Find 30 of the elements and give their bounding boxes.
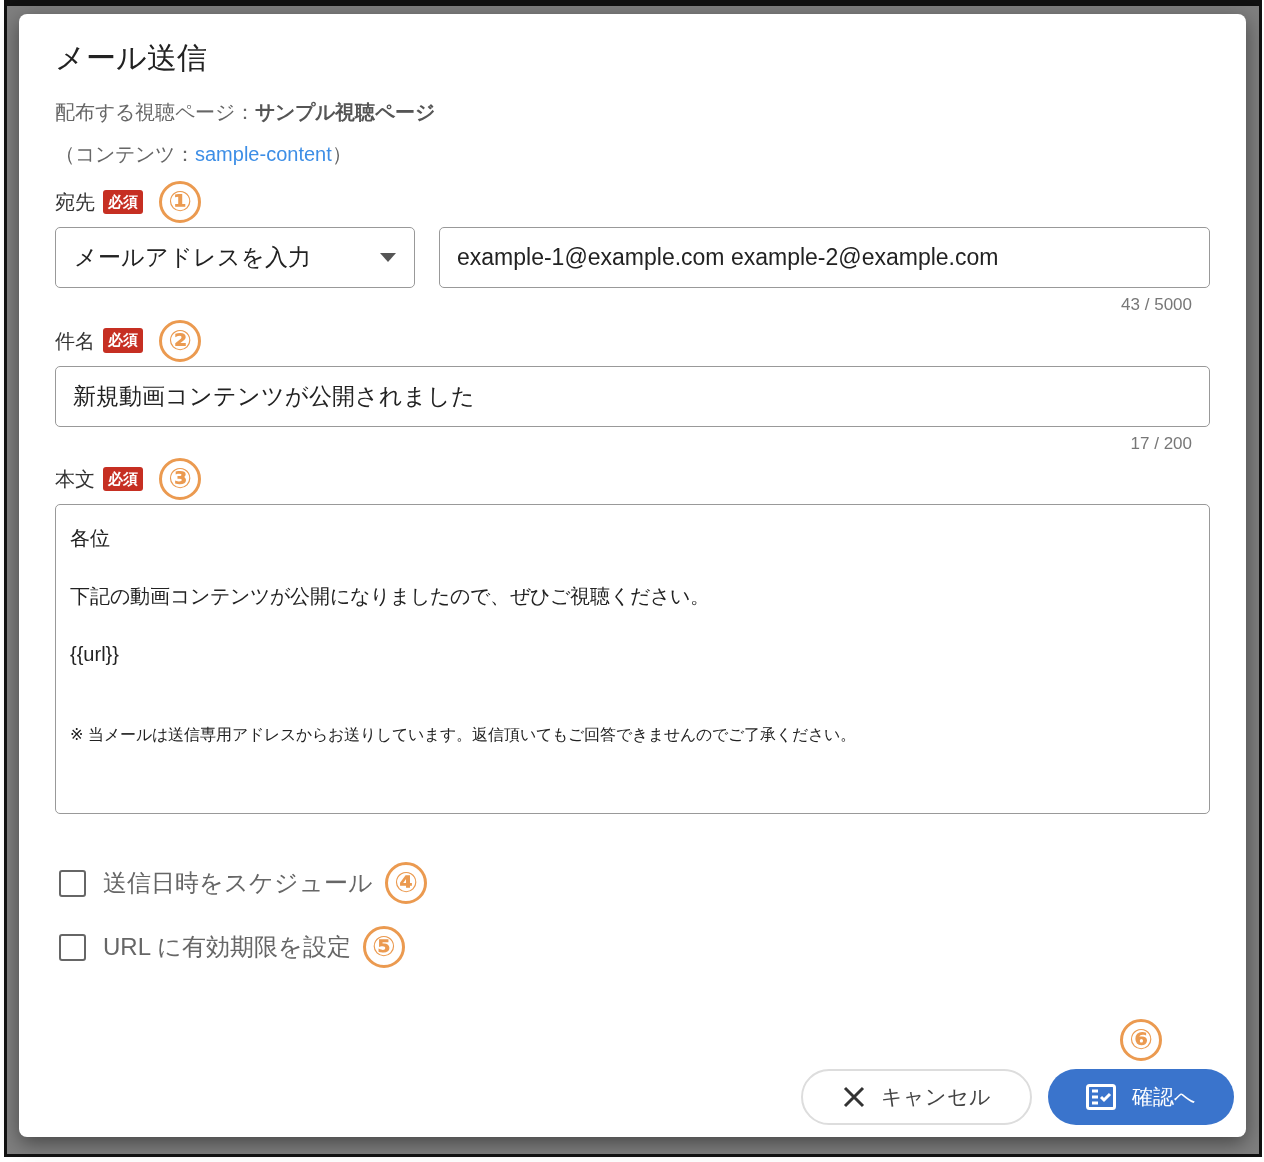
- callout-number: ⑤: [362, 926, 405, 968]
- page-info-text: 配布する視聴ページ：サンプル視聴ページ: [55, 100, 436, 125]
- checkbox-label[interactable]: 送信日時をスケジュール: [103, 865, 373, 901]
- content-info-text: （コンテンツ：: [55, 142, 195, 167]
- callout-number: ④: [385, 862, 427, 904]
- required-tag: 必須: [103, 189, 143, 215]
- required-tag: 必須: [103, 466, 143, 492]
- content-info-text: ）: [331, 142, 352, 167]
- recipient-type-select[interactable]: メールアドレスを入力: [55, 227, 415, 288]
- required-tag: 必須: [103, 328, 143, 353]
- subject-field[interactable]: 新規動画コンテンツが公開されました: [55, 365, 1210, 427]
- message-line: 各位: [70, 526, 111, 551]
- checkbox-label[interactable]: URL に有効期限を設定: [103, 929, 351, 965]
- dialog-title: メール送信: [55, 40, 208, 76]
- message-line: 下記の動画コンテンツが公開になりましたので、ぜひご視聴ください。: [70, 584, 711, 609]
- field-label: 件名: [55, 328, 95, 354]
- callout-number: ⑥: [1120, 1019, 1162, 1061]
- message-line: {{url}}: [70, 642, 120, 667]
- confirm-button[interactable]: 確認へ: [1048, 1069, 1234, 1125]
- cancel-button[interactable]: キャンセル: [801, 1069, 1032, 1125]
- callout-number: ②: [159, 319, 201, 362]
- callout-number: ①: [159, 181, 201, 223]
- message-note: ※ 当メールは送信専用アドレスからお送りしています。返信頂いてもご回答できませんのでご了承ください。: [70, 725, 857, 745]
- character-count: 43 / 5000: [1120, 294, 1193, 316]
- character-count: 17 / 200: [1129, 432, 1193, 455]
- recipient-field[interactable]: example-1@example.com example-2@example.com: [439, 227, 1210, 288]
- field-label: 本文: [55, 467, 95, 492]
- message-field[interactable]: 各位 下記の動画コンテンツが公開になりましたので、ぜひご視聴ください。 {{url}} ※ 当メールは送信専用アドレスからお送りしています。返信頂いてもご回答できませんのでご了承ください。: [55, 504, 1210, 814]
- callout-number: ③: [159, 458, 201, 500]
- field-label: 宛先: [55, 190, 95, 215]
